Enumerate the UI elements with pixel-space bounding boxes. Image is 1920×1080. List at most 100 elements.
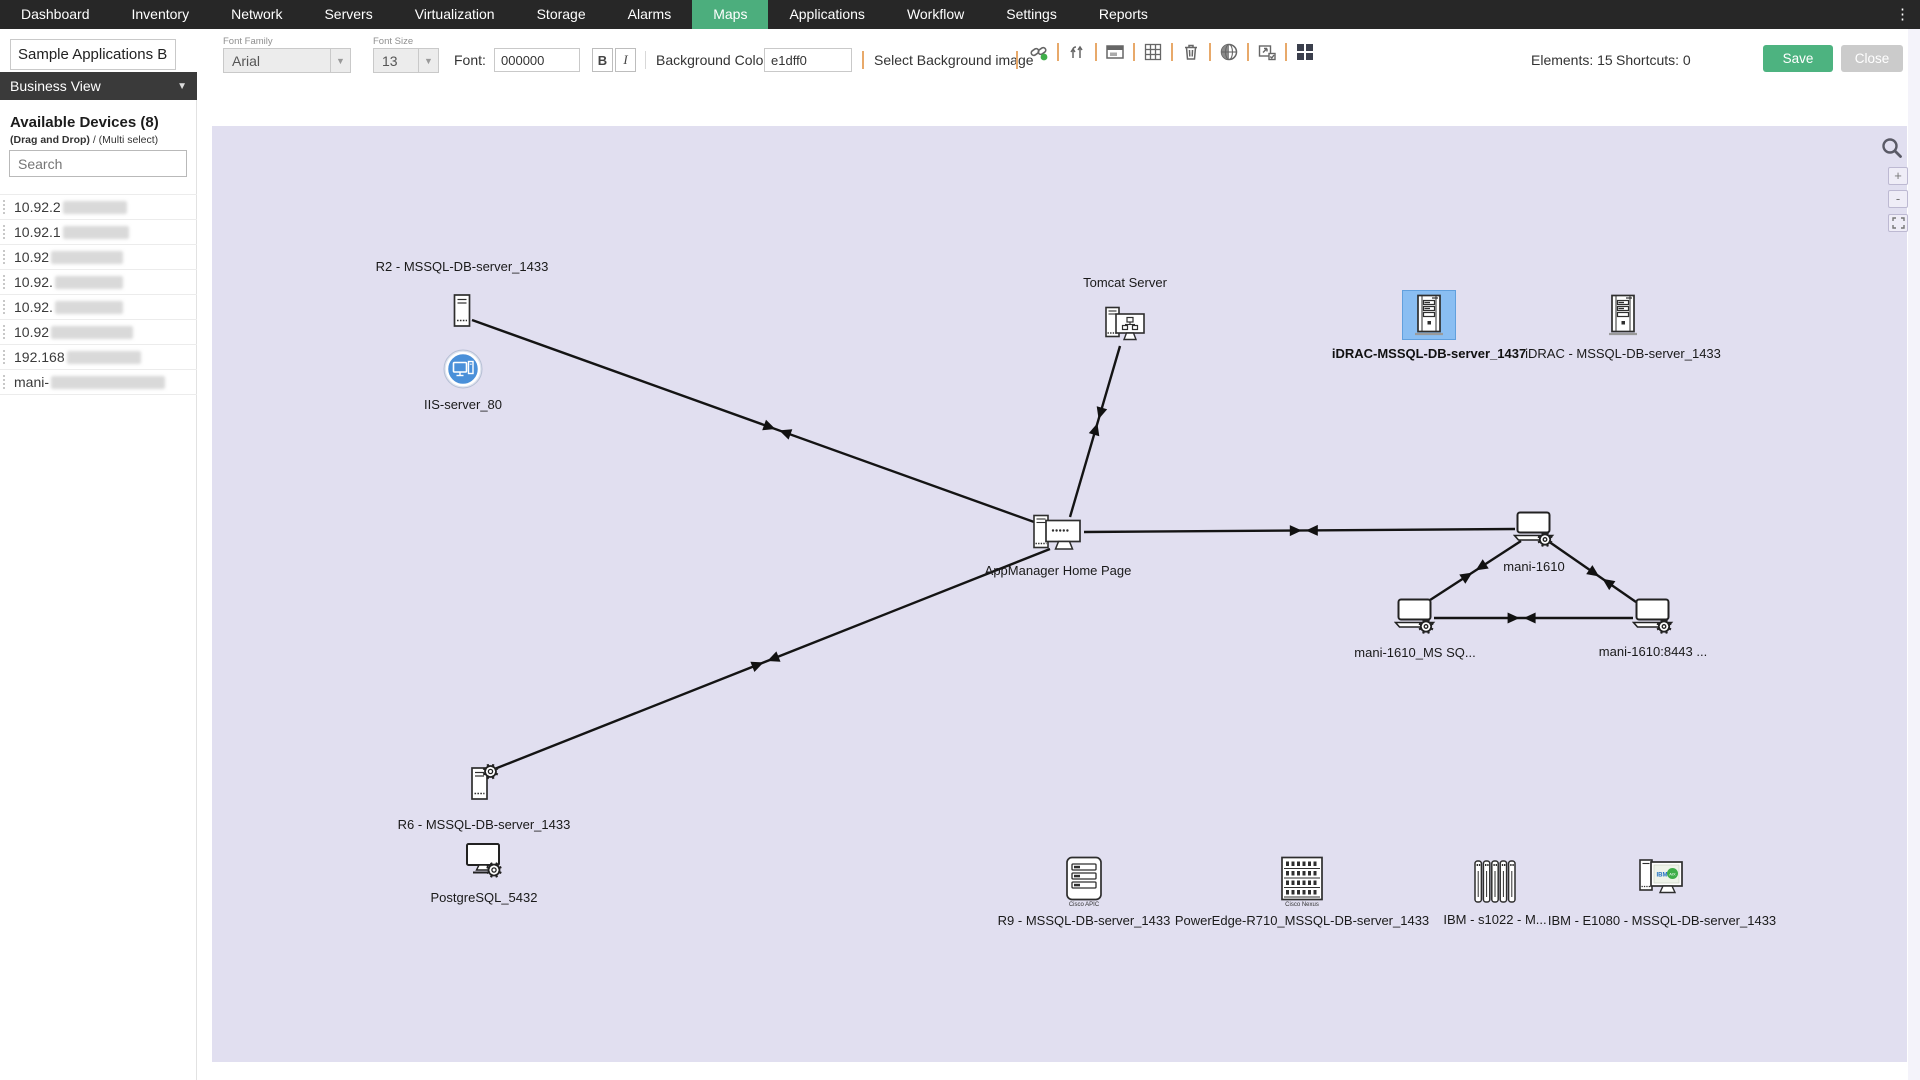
window-scrollbar[interactable]: [1908, 29, 1920, 1080]
redacted-text: [63, 226, 129, 239]
nav-tab-alarms[interactable]: Alarms: [607, 0, 693, 29]
toolbar-separator: [645, 51, 646, 69]
globe-icon[interactable]: [1218, 41, 1240, 63]
svg-text:Cisco APIC: Cisco APIC: [1069, 902, 1100, 908]
device-list-item[interactable]: 10.92: [0, 245, 197, 270]
map-node-mani-1610-mssql[interactable]: [1394, 598, 1436, 639]
map-node-label-postgresql: PostgreSQL_5432: [431, 890, 538, 905]
font-size-label: Font Size: [373, 36, 413, 47]
device-label: 10.92: [14, 249, 49, 265]
save-button[interactable]: Save: [1763, 45, 1833, 72]
map-node-label-ibm-e1080: IBM - E1080 - MSSQL-DB-server_1433: [1548, 913, 1776, 928]
nav-tab-inventory[interactable]: Inventory: [111, 0, 211, 29]
rack-server-icon: [1607, 294, 1639, 336]
drag-handle-icon: [3, 200, 6, 214]
export-select-icon[interactable]: [1256, 41, 1278, 63]
redacted-text: [51, 326, 133, 339]
device-list-item[interactable]: 10.92: [0, 320, 197, 345]
device-list-item[interactable]: 192.168: [0, 345, 197, 370]
window-icon[interactable]: [1104, 41, 1126, 63]
redacted-text: [55, 301, 123, 314]
laptop-gear-icon: [1513, 511, 1555, 547]
zoom-out-button[interactable]: -: [1888, 190, 1908, 208]
nav-tab-storage[interactable]: Storage: [516, 0, 607, 29]
drag-handle-icon: [3, 325, 6, 339]
map-node-ibm-e1080[interactable]: IBMAIX: [1638, 856, 1686, 903]
zoom-in-button[interactable]: +: [1888, 167, 1908, 185]
map-node-mani-1610-8443[interactable]: [1632, 598, 1674, 639]
map-node-label-mani-1610-8443: mani-1610:8443 ...: [1599, 644, 1707, 659]
tower-gear-icon: [469, 764, 499, 804]
nav-tab-network[interactable]: Network: [210, 0, 303, 29]
device-list-item[interactable]: 10.92.1: [0, 220, 197, 245]
view-name-input[interactable]: [10, 39, 176, 70]
map-editor-toolbar: Font Family Arial▼ Font Size 13▼ Font: B…: [0, 29, 1920, 100]
map-node-mani-1610[interactable]: [1513, 511, 1555, 552]
map-node-idrac-1437-selected[interactable]: [1402, 290, 1456, 340]
map-node-poweredge[interactable]: Cisco Nexus: [1279, 856, 1325, 913]
kebab-menu-icon[interactable]: ⋮: [1895, 0, 1910, 29]
nav-tab-maps[interactable]: Maps: [692, 0, 768, 29]
toolbar-separator: [1285, 43, 1287, 61]
close-button[interactable]: Close: [1841, 45, 1903, 72]
italic-button[interactable]: I: [615, 48, 636, 72]
shortcuts-count: Shortcuts: 0: [1616, 52, 1691, 68]
map-node-r6[interactable]: [469, 764, 499, 809]
tiles-icon[interactable]: [1294, 41, 1316, 63]
business-view-selector[interactable]: Business View ▼: [0, 72, 197, 100]
map-node-label-poweredge: PowerEdge-R710_MSSQL-DB-server_1433: [1175, 913, 1429, 928]
grid-icon[interactable]: [1142, 41, 1164, 63]
monitor-gear-icon: [465, 842, 503, 878]
nav-tab-dashboard[interactable]: Dashboard: [0, 0, 111, 29]
map-node-label-mani-1610-mssql: mani-1610_MS SQ...: [1354, 645, 1475, 660]
background-color-input[interactable]: [764, 48, 852, 72]
device-list-item[interactable]: 10.92.2: [0, 195, 197, 220]
map-node-postgresql[interactable]: [465, 842, 503, 883]
blade-array-icon: [1472, 859, 1518, 905]
trash-icon[interactable]: [1180, 41, 1202, 63]
drag-handle-icon: [3, 275, 6, 289]
device-label: 192.168: [14, 349, 65, 365]
device-label: 10.92.: [14, 274, 53, 290]
ibm-aix-workstation-icon: IBMAIX: [1638, 856, 1686, 898]
select-background-image-button[interactable]: Select Background image: [874, 52, 1034, 68]
layout-arrows-icon[interactable]: [1066, 41, 1088, 63]
nav-tab-servers[interactable]: Servers: [303, 0, 393, 29]
map-node-r9[interactable]: Cisco APIC: [1064, 856, 1104, 913]
workstation-dots-icon: [1032, 514, 1084, 554]
map-node-idrac-1433[interactable]: [1607, 294, 1639, 341]
nav-tab-workflow[interactable]: Workflow: [886, 0, 985, 29]
fit-to-screen-button[interactable]: [1888, 214, 1908, 232]
device-list-item[interactable]: mani-: [0, 370, 197, 395]
toolbar-separator: [1016, 51, 1018, 69]
toolbar-icon-strip: [1028, 41, 1316, 63]
nav-tab-applications[interactable]: Applications: [768, 0, 886, 29]
svg-text:Cisco Nexus: Cisco Nexus: [1285, 902, 1319, 908]
font-color-input[interactable]: [494, 48, 580, 72]
map-node-label-appmanager: AppManager Home Page: [985, 563, 1132, 578]
device-list-item[interactable]: 10.92.: [0, 270, 197, 295]
device-list-item[interactable]: 10.92.: [0, 295, 197, 320]
nav-tab-reports[interactable]: Reports: [1078, 0, 1169, 29]
map-node-label-idrac-1437: iDRAC-MSSQL-DB-server_1437: [1332, 346, 1526, 361]
nav-tab-settings[interactable]: Settings: [985, 0, 1078, 29]
toolbar-separator: [1057, 43, 1059, 61]
map-node-label-mani-1610: mani-1610: [1503, 559, 1564, 574]
map-node-iis[interactable]: [443, 349, 483, 394]
magnifier-icon[interactable]: [1880, 136, 1904, 165]
nav-tab-virtualization[interactable]: Virtualization: [394, 0, 516, 29]
link-icon[interactable]: [1028, 41, 1050, 63]
map-node-ibm-s1022[interactable]: [1472, 859, 1518, 910]
font-family-select[interactable]: Arial▼: [223, 48, 351, 73]
font-size-select[interactable]: 13▼: [373, 48, 439, 73]
map-node-label-tomcat: Tomcat Server: [1083, 275, 1167, 290]
map-canvas[interactable]: R2 - MSSQL-DB-server_1433IIS-server_80To…: [212, 126, 1907, 1062]
bold-button[interactable]: B: [592, 48, 613, 72]
device-label: 10.92.: [14, 299, 53, 315]
device-search-input[interactable]: [9, 150, 187, 177]
redacted-text: [51, 251, 123, 264]
map-node-tomcat[interactable]: [1103, 306, 1147, 349]
map-node-appmanager[interactable]: [1032, 514, 1084, 559]
device-label: mani-: [14, 374, 49, 390]
map-node-r2[interactable]: [452, 294, 472, 333]
